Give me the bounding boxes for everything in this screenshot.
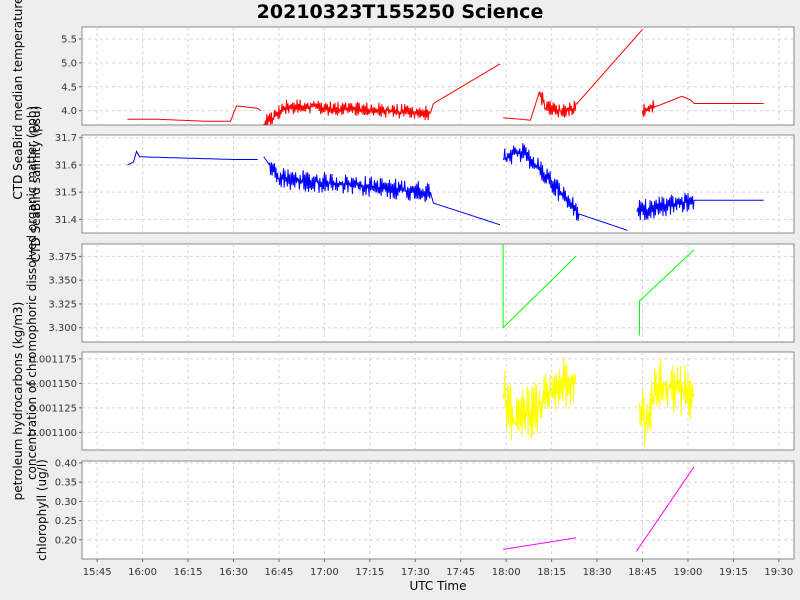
x-tick-label: 16:30 (219, 567, 248, 578)
y-tick-label: 31.7 (55, 133, 77, 144)
x-tick-label: 19:00 (674, 567, 703, 578)
x-tick-label: 18:45 (628, 567, 657, 578)
plot-area (81, 134, 795, 234)
x-tick-label: 17:45 (446, 567, 475, 578)
panel-2: 31.431.531.631.7CTD SeaBird salinity (ps… (29, 106, 795, 262)
x-tick-label: 18:00 (492, 567, 521, 578)
y-axis-label: CTD SeaBird median temperature (degC) (11, 0, 25, 200)
x-tick-label: 17:00 (310, 567, 339, 578)
x-tick-label: 17:15 (355, 567, 384, 578)
x-tick-label: 16:00 (128, 567, 157, 578)
x-tick-label: 17:30 (401, 567, 430, 578)
y-tick-label: 0.001175 (29, 354, 77, 365)
y-tick-label: 5.0 (61, 58, 77, 69)
x-tick-label: 18:30 (583, 567, 612, 578)
y-tick-label: 5.5 (61, 34, 77, 45)
y-tick-label: 0.30 (55, 497, 77, 508)
y-tick-label: 3.300 (48, 323, 77, 334)
y-tick-label: 0.25 (55, 516, 77, 527)
x-tick-label: 19:30 (764, 567, 793, 578)
plot-area (81, 460, 795, 560)
y-tick-label: 31.4 (55, 215, 77, 226)
x-tick-label: 16:15 (174, 567, 203, 578)
y-tick-label: 4.5 (61, 82, 77, 93)
y-tick-label: 0.001150 (29, 379, 77, 390)
y-tick-label: 31.5 (55, 188, 77, 199)
y-tick-label: 3.325 (48, 299, 77, 310)
panel-5: 0.20 0.25 0.30 0.35 0.40 chlorophyll (ug/l) 15… (35, 458, 795, 578)
y-tick-label: 3.375 (48, 252, 77, 263)
y-axis-label: petroleum hydrocarbons (kg/m3) (11, 302, 25, 501)
y-tick-label: 0.001100 (29, 428, 77, 439)
x-tick-label: 16:45 (265, 567, 294, 578)
y-axis-label: concentration of chromophoric dissolved … (25, 106, 39, 480)
y-tick-label: 0.40 (55, 458, 77, 469)
y-tick-label: 3.350 (48, 276, 77, 287)
y-tick-label: 0.20 (55, 535, 77, 546)
y-tick-label: 4.0 (61, 106, 77, 117)
x-tick-label: 15:45 (83, 567, 112, 578)
x-tick-label: 19:15 (719, 567, 748, 578)
x-axis-label: UTC Time (410, 579, 467, 593)
y-axis-label: chlorophyll (ug/l) (35, 459, 49, 561)
y-tick-label: 0.35 (55, 478, 77, 489)
y-tick-label: 0.001125 (29, 403, 77, 414)
y-tick-label: 31.6 (55, 160, 77, 171)
chart-figure: 4.0 4.5 5.0 5.5 CTD SeaBird median temperatu… (11, 0, 795, 593)
x-tick-label: 18:15 (537, 567, 566, 578)
